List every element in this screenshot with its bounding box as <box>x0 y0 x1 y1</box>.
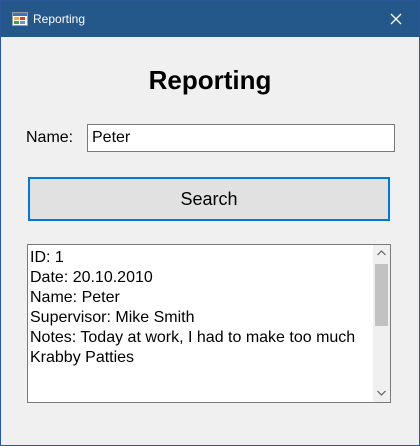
report-line-id: ID: 1 <box>30 249 64 266</box>
scroll-down-button[interactable] <box>373 385 390 402</box>
reporting-window: Reporting Reporting Name: Search ID: 1 D… <box>0 0 420 446</box>
report-output-textbox[interactable]: ID: 1 Date: 20.10.2010 Name: Peter Super… <box>27 244 391 403</box>
scroll-up-button[interactable] <box>373 245 390 262</box>
search-button[interactable]: Search <box>28 177 390 221</box>
name-label: Name: <box>26 129 74 146</box>
window-title: Reporting <box>33 12 86 26</box>
page-title: Reporting <box>148 65 272 95</box>
report-line-notes-continued: Krabby Patties <box>30 349 135 366</box>
report-line-name: Name: Peter <box>30 289 120 306</box>
close-button[interactable] <box>373 1 419 37</box>
vertical-scrollbar[interactable] <box>373 245 390 402</box>
scroll-thumb[interactable] <box>375 264 388 326</box>
report-output-text: ID: 1 Date: 20.10.2010 Name: Peter Super… <box>30 248 372 368</box>
name-input[interactable] <box>87 124 395 152</box>
report-line-notes: Notes: Today at work, I had to make too … <box>30 329 356 346</box>
report-line-date: Date: 20.10.2010 <box>30 269 153 286</box>
title-bar[interactable]: Reporting <box>1 1 419 37</box>
app-window-icon <box>12 11 28 27</box>
report-line-supervisor: Supervisor: Mike Smith <box>30 309 195 326</box>
